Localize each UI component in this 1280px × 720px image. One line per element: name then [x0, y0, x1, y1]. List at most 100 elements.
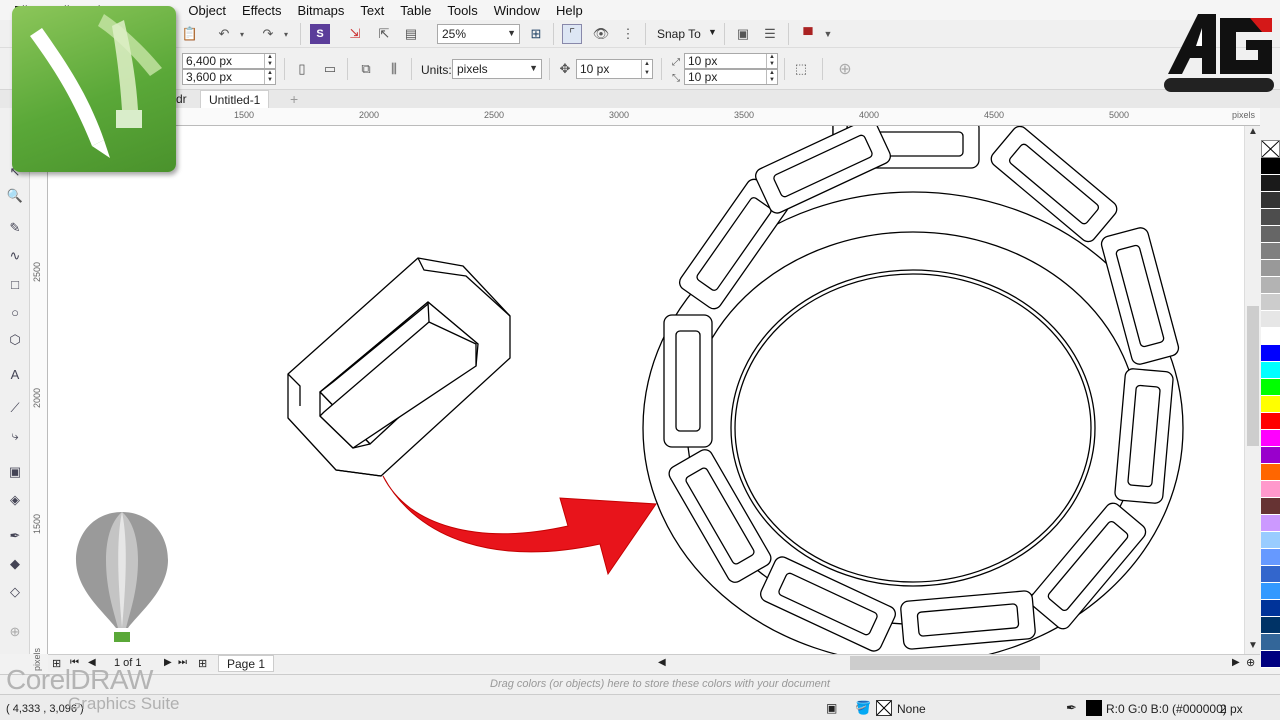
launch-dropdown-icon[interactable]: ▼: [818, 24, 838, 44]
color-swatch[interactable]: [1261, 311, 1280, 328]
welcome-screen-icon[interactable]: ▣: [733, 24, 753, 44]
color-swatch[interactable]: [1261, 583, 1280, 600]
menu-help[interactable]: Help: [548, 3, 591, 18]
launch-app-icon[interactable]: ▀: [798, 24, 818, 44]
scroll-down-icon[interactable]: ▼: [1245, 640, 1261, 654]
page-height-field[interactable]: 3,600 px ▲ ▼: [182, 69, 276, 85]
snap-to-label[interactable]: Snap To: [657, 27, 701, 41]
spinner-arrows-icon[interactable]: ▲ ▼: [766, 54, 777, 68]
vertical-scrollbar[interactable]: ▲ ▼: [1244, 126, 1260, 654]
all-pages-icon[interactable]: ⧉: [356, 59, 376, 79]
zoom-level-combo[interactable]: 25% ▼: [437, 24, 520, 44]
corel-connect-icon[interactable]: S: [310, 24, 330, 44]
color-proof-icon[interactable]: ▣: [826, 701, 837, 715]
vertical-ruler[interactable]: 2500 2000 1500 pixels: [30, 126, 48, 671]
color-swatch[interactable]: [1261, 634, 1280, 651]
scroll-left-icon[interactable]: ◀: [658, 657, 666, 668]
transparency-icon[interactable]: ◈: [5, 490, 25, 510]
scroll-up-icon[interactable]: ▲: [1245, 126, 1261, 140]
connector-tool-icon[interactable]: ⤷: [5, 426, 25, 446]
go-last-icon[interactable]: ⏭: [178, 657, 187, 668]
paste-icon[interactable]: 📋: [180, 24, 200, 44]
color-swatch[interactable]: [1261, 651, 1280, 668]
color-swatch[interactable]: [1261, 362, 1280, 379]
options-icon[interactable]: ☰: [760, 24, 780, 44]
fill-bucket-icon[interactable]: 🪣: [855, 700, 871, 716]
eyedropper-icon[interactable]: ✒: [5, 526, 25, 546]
color-swatch[interactable]: [1261, 532, 1280, 549]
polygon-tool-icon[interactable]: ⬡: [5, 330, 25, 350]
outline-pen-icon[interactable]: ✒: [1066, 700, 1077, 716]
color-swatch[interactable]: [1261, 430, 1280, 447]
scroll-right-icon[interactable]: ▶: [1232, 657, 1240, 668]
publish-pdf-icon[interactable]: ▤: [401, 24, 421, 44]
freehand-tool-icon[interactable]: ✎: [5, 218, 25, 238]
color-swatch[interactable]: [1261, 294, 1280, 311]
menu-object[interactable]: Object: [180, 3, 234, 18]
show-guides-icon[interactable]: ⋮: [618, 24, 638, 44]
color-swatch[interactable]: [1261, 481, 1280, 498]
color-swatch[interactable]: [1261, 600, 1280, 617]
color-swatch[interactable]: [1261, 464, 1280, 481]
drop-shadow-icon[interactable]: ▣: [5, 462, 25, 482]
color-swatch[interactable]: [1261, 413, 1280, 430]
menu-window[interactable]: Window: [486, 3, 548, 18]
undo-dropdown-icon[interactable]: ▾: [232, 24, 252, 44]
fill-tool-icon[interactable]: ◆: [5, 554, 25, 574]
current-page-icon[interactable]: ⫼: [384, 59, 404, 79]
color-swatch[interactable]: [1261, 549, 1280, 566]
duplicate-y-field[interactable]: 10 px ▲ ▼: [684, 69, 778, 85]
horizontal-ruler[interactable]: 1500 2000 2500 3000 3500 4000 4500 5000 …: [48, 108, 1260, 126]
color-swatch[interactable]: [1261, 158, 1280, 175]
spinner-arrows-icon[interactable]: ▲ ▼: [264, 54, 275, 68]
menu-effects[interactable]: Effects: [234, 3, 290, 18]
undo-icon[interactable]: ↶: [214, 24, 234, 44]
page-width-field[interactable]: 6,400 px ▲ ▼: [182, 53, 276, 69]
smart-fill-icon[interactable]: ◇: [5, 582, 25, 602]
view-mode-icon[interactable]: 👁: [591, 24, 611, 44]
color-swatch[interactable]: [1261, 277, 1280, 294]
add-preset-icon[interactable]: ⊕: [835, 59, 855, 79]
menu-text[interactable]: Text: [352, 3, 392, 18]
color-swatch[interactable]: [1261, 192, 1280, 209]
landscape-icon[interactable]: ▭: [320, 59, 340, 79]
dimension-tool-icon[interactable]: ⟋: [5, 398, 25, 418]
scroll-thumb[interactable]: [1247, 306, 1259, 446]
color-swatch[interactable]: [1261, 379, 1280, 396]
redo-dropdown-icon[interactable]: ▾: [276, 24, 296, 44]
spinner-arrows-icon[interactable]: ▲ ▼: [641, 60, 652, 78]
snap-to-dropdown-icon[interactable]: ▼: [708, 27, 717, 37]
spinner-arrows-icon[interactable]: ▲ ▼: [766, 70, 777, 84]
menu-bitmaps[interactable]: Bitmaps: [289, 3, 352, 18]
no-color-swatch[interactable]: [1261, 140, 1280, 158]
outline-color-swatch[interactable]: [1086, 700, 1102, 716]
zoom-tool-icon[interactable]: 🔍: [5, 186, 25, 206]
color-swatch[interactable]: [1261, 515, 1280, 532]
redo-icon[interactable]: ↷: [258, 24, 278, 44]
artistic-media-icon[interactable]: ∿: [5, 246, 25, 266]
horizontal-scroll-thumb[interactable]: [850, 656, 1040, 670]
color-swatch[interactable]: [1261, 566, 1280, 583]
nudge-distance-field[interactable]: 10 px ▲ ▼: [576, 59, 653, 79]
color-swatch[interactable]: [1261, 447, 1280, 464]
import-icon[interactable]: ⇲: [345, 24, 365, 44]
ellipse-tool-icon[interactable]: ○: [5, 302, 25, 322]
tab-untitled-1[interactable]: Untitled-1: [200, 90, 270, 108]
portrait-icon[interactable]: ▯: [292, 59, 312, 79]
menu-table[interactable]: Table: [392, 3, 439, 18]
zoom-navigator-icon[interactable]: ⊕: [1246, 656, 1255, 669]
page-tab-1[interactable]: Page 1: [218, 655, 275, 672]
units-combo[interactable]: pixels ▼: [452, 59, 542, 79]
color-swatch[interactable]: [1261, 396, 1280, 413]
add-page-icon[interactable]: ⊞: [198, 657, 207, 670]
color-swatch[interactable]: [1261, 617, 1280, 634]
color-swatch[interactable]: [1261, 243, 1280, 260]
page-frame-icon[interactable]: ⬚: [791, 59, 811, 79]
color-swatch[interactable]: [1261, 328, 1280, 345]
color-swatch[interactable]: [1261, 175, 1280, 192]
color-swatch[interactable]: [1261, 498, 1280, 515]
no-fill-swatch[interactable]: [876, 700, 892, 716]
show-rulers-icon[interactable]: ⌜: [562, 24, 582, 44]
spinner-arrows-icon[interactable]: ▲ ▼: [264, 70, 275, 84]
text-tool-icon[interactable]: A: [5, 364, 25, 384]
